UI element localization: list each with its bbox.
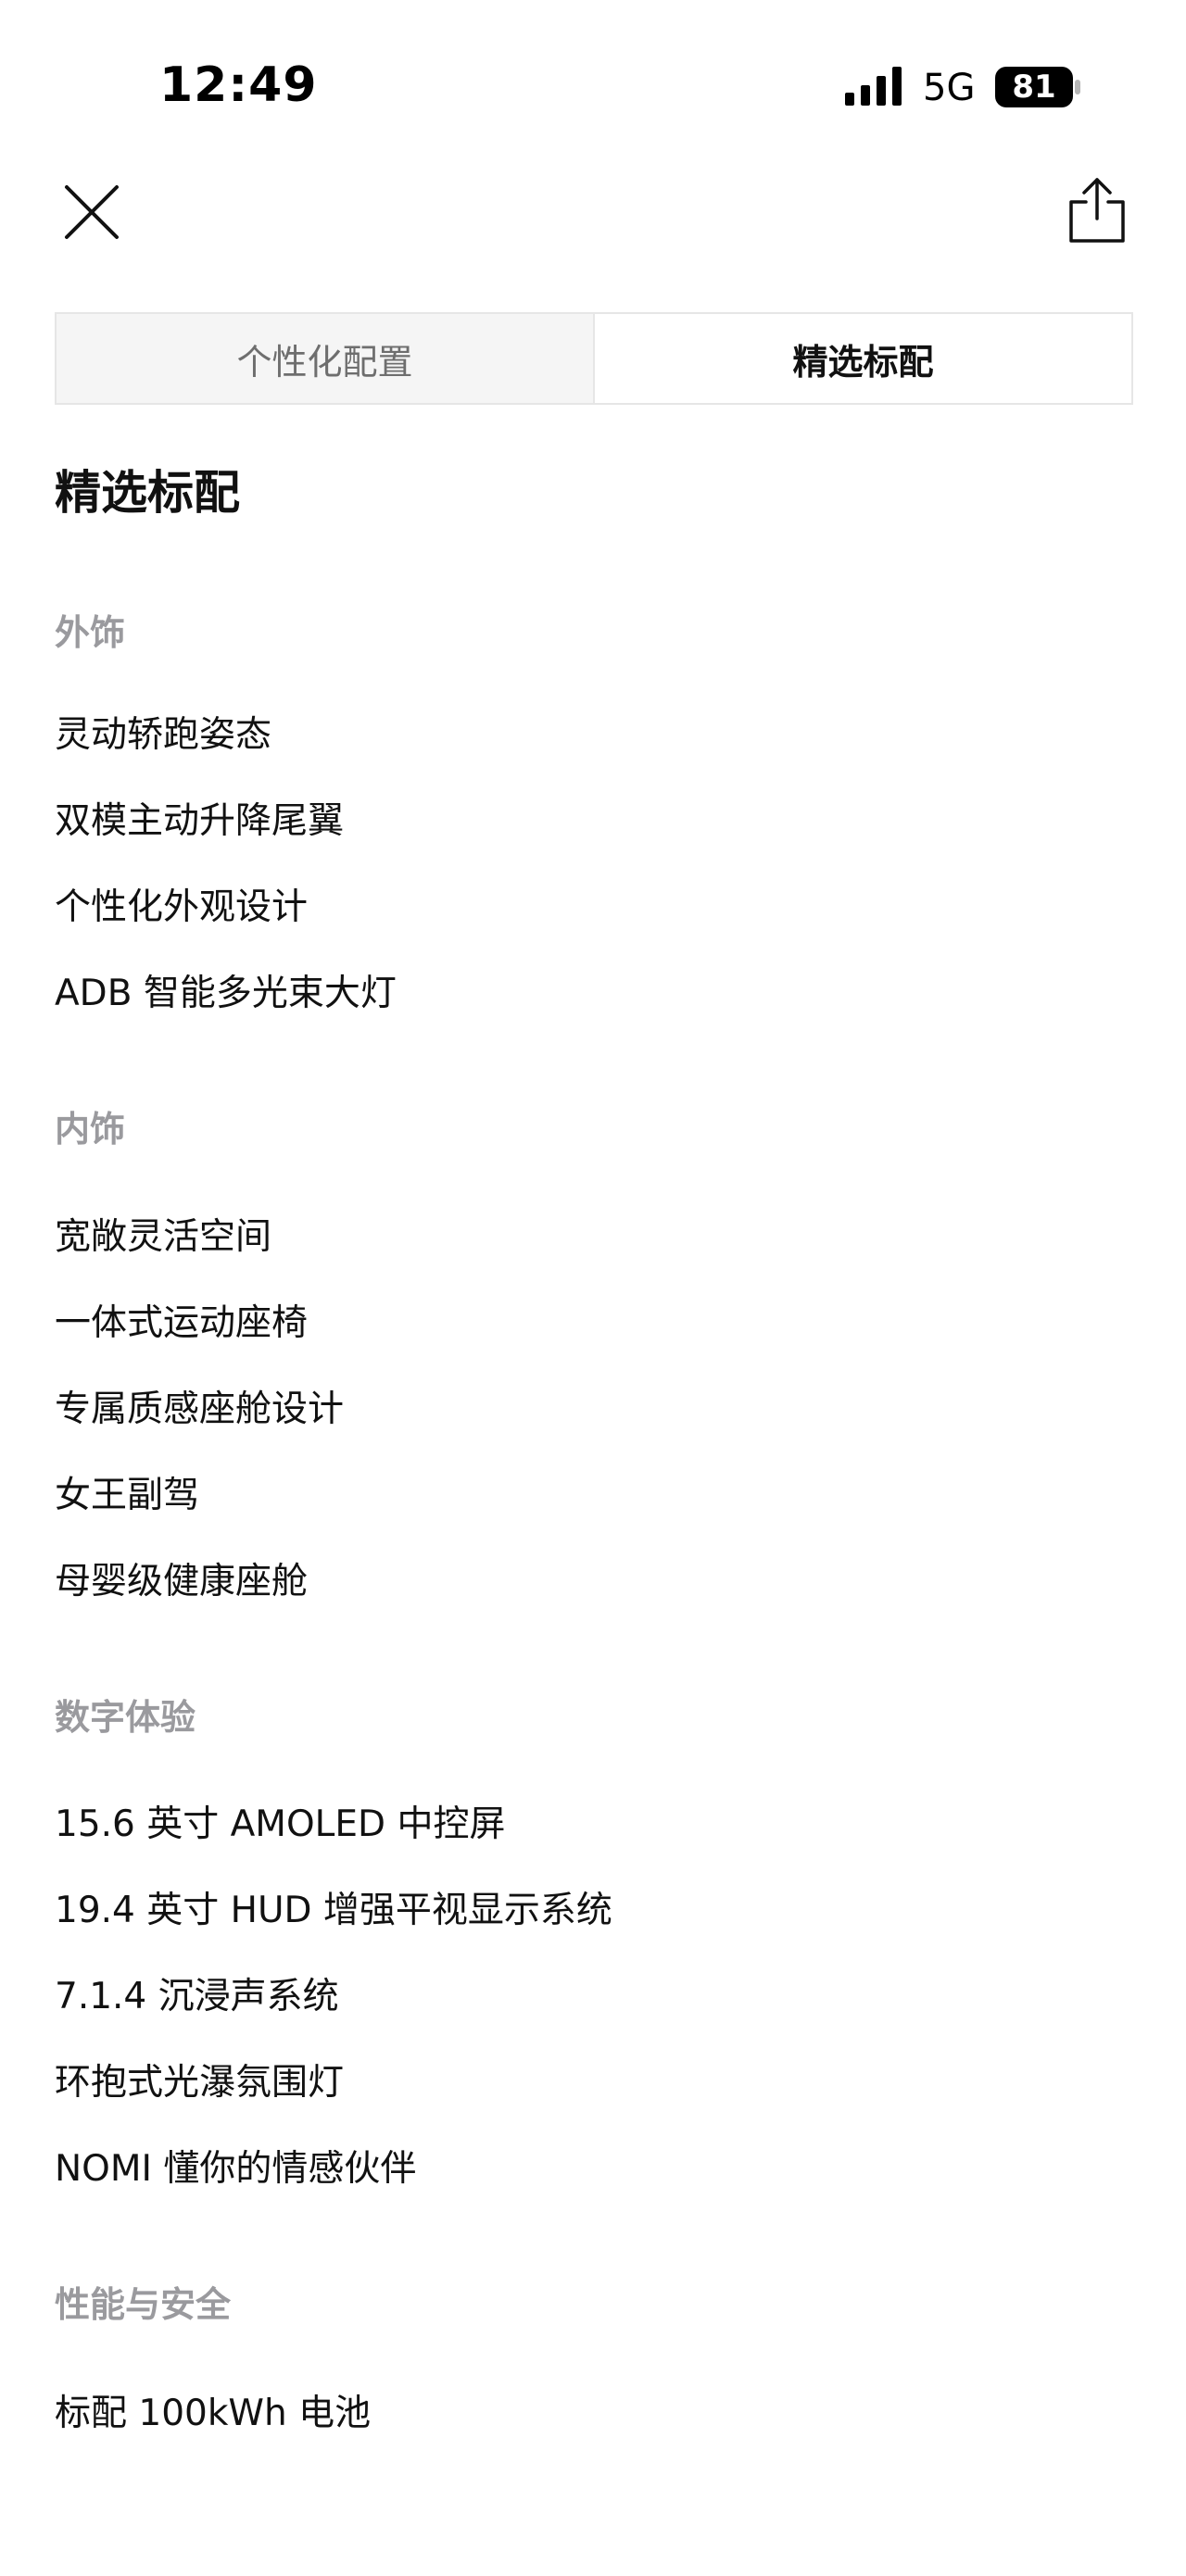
feature-item: NOMI 懂你的情感伙伴 [55,2148,417,2190]
battery-level: 81 [1012,69,1056,106]
tab-personalized-config[interactable]: 个性化配置 [57,314,595,403]
feature-item: 个性化外观设计 [55,886,309,928]
tab-bar: 个性化配置 精选标配 [55,312,1133,405]
share-button[interactable] [1066,176,1129,245]
section-header-interior: 内饰 [55,1109,126,1150]
feature-item: 7.1.4 沉浸声系统 [55,1976,339,2017]
feature-item: 标配 100kWh 电池 [55,2393,372,2434]
feature-item: 灵动轿跑姿态 [55,714,272,756]
close-button[interactable] [61,182,122,243]
feature-item: 双模主动升降尾翼 [55,800,345,842]
feature-item: 母婴级健康座舱 [55,1561,309,1602]
feature-item: 15.6 英寸 AMOLED 中控屏 [55,1803,506,1845]
feature-item: 宽敞灵活空间 [55,1216,272,1258]
feature-item: 环抱式光瀑氛围灯 [55,2062,345,2104]
feature-item: ADB 智能多光束大灯 [55,973,397,1014]
tab-selected-standard[interactable]: 精选标配 [595,314,1131,403]
feature-item: 一体式运动座椅 [55,1302,309,1344]
section-header-performance: 性能与安全 [55,2284,232,2325]
signal-icon [845,67,902,106]
status-time: 12:49 [159,57,318,113]
close-icon [65,185,119,239]
share-icon [1069,178,1125,243]
section-header-digital: 数字体验 [55,1697,196,1738]
status-bar: 12:49 5G 81 [0,0,1186,167]
section-header-exterior: 外饰 [55,612,126,653]
feature-item: 专属质感座舱设计 [55,1389,345,1430]
feature-item: 19.4 英寸 HUD 增强平视显示系统 [55,1890,612,1931]
page-title: 精选标配 [55,466,240,520]
network-type: 5G [923,67,976,109]
feature-item: 女王副驾 [55,1475,200,1516]
